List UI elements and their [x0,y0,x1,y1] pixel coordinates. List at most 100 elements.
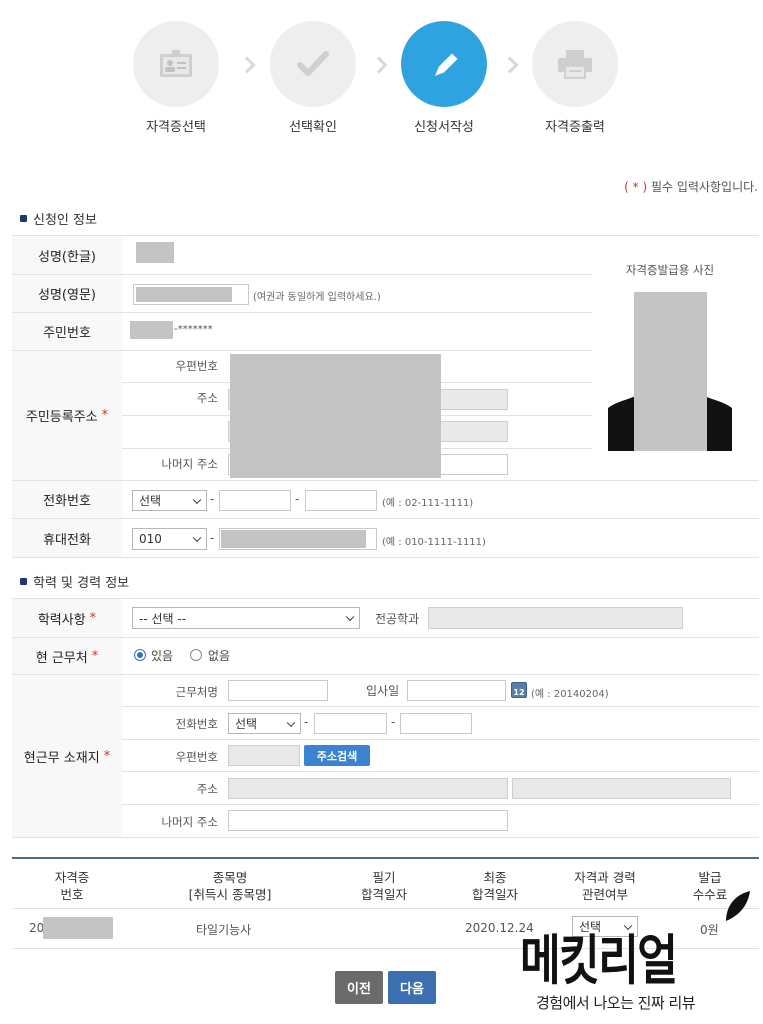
step-4-circle [532,21,618,107]
chevron-down-icon [192,495,202,504]
name-en-redacted [136,287,232,302]
row-divider [12,557,759,558]
header-written-line2: 합격일자 [360,887,407,902]
step-3-circle [401,21,487,107]
section-title-applicant-text: 신청인 정보 [33,213,97,228]
hire-date-hint: (예 : 20140204) [531,689,609,700]
workplace-label: 근무처명 [175,685,218,699]
row-divider [122,739,759,740]
label-education: 학력사항 * [12,599,122,637]
employer-no-radio[interactable] [190,649,202,661]
employer-yes-radio[interactable] [134,649,146,661]
work-addr-input-2[interactable] [512,778,731,799]
step-1-label: 자격증선택 [146,120,206,135]
label-mobile-text: 휴대전화 [43,532,91,548]
label-rrn-text: 주민번호 [43,326,91,341]
required-star: * [89,610,97,626]
hire-date-label: 입사일 [366,684,400,698]
work-phone-last-input[interactable] [400,713,472,734]
addr-rest-label: 나머지 주소 [161,457,218,471]
row-divider [12,637,759,638]
required-note-marker: ( * ) [624,180,648,194]
employer-yes-label: 있음 [151,649,174,663]
name-kr-value [136,242,174,263]
hire-date-input[interactable] [407,680,506,701]
label-education-text: 학력사항 [37,612,86,628]
education-select[interactable]: -- 선택 -- [132,607,360,629]
header-cert-no-line2: 번호 [60,887,84,902]
row-divider [122,706,759,707]
dash: - [295,492,300,506]
header-cert-no: 자격증 번호 [22,869,122,903]
fee-cell: 0원 [700,923,719,937]
header-written-line1: 필기 [372,870,396,885]
employer-no-label: 없음 [208,649,231,663]
step-1-circle [133,21,219,107]
calendar-day: 12 [513,688,525,697]
rrn-value [130,321,173,339]
work-phone-mid-input[interactable] [314,713,387,734]
education-select-value: -- 선택 -- [139,611,187,626]
phone-mid-input[interactable] [219,490,291,511]
checkmark-icon [297,51,329,76]
address-search-button[interactable]: 주소검색 [304,745,370,766]
header-fee-line1: 발급 [698,870,722,885]
pencil-icon [435,53,458,76]
calendar-icon[interactable]: 12 [511,682,527,698]
row-divider [12,674,759,675]
label-employer: 현 근무처 * [12,638,122,674]
dash: - [304,715,309,729]
work-addr-rest-label: 나머지 주소 [161,815,218,829]
label-phone-text: 전화번호 [43,494,91,509]
phone-area-select[interactable]: 선택 [132,490,207,511]
required-star: * [103,748,111,764]
header-final-line2: 합격일자 [471,887,518,902]
section-title-career: 학력 및 경력 정보 [20,572,129,591]
work-addr-label: 주소 [196,782,218,796]
header-final-line1: 최종 [483,870,507,885]
watermark-logo-text: 메킷리얼 [520,929,678,992]
row-divider [122,804,759,805]
label-phone: 전화번호 [12,481,122,518]
required-star: * [101,408,109,423]
photo-label: 자격증발급용 사진 [625,263,715,277]
dash: - [210,531,215,545]
major-label: 전공학과 [375,612,420,626]
step-2-label: 선택확인 [289,120,337,135]
label-address-text: 주민등록주소 [25,410,98,425]
row-divider [12,837,759,838]
header-item-name: 종목명 [취득시 종목명] [160,869,300,903]
major-input[interactable] [428,607,683,629]
postal-label: 우편번호 [175,359,218,373]
label-employer-text: 현 근무처 [35,650,88,666]
work-phone-label: 전화번호 [175,717,218,731]
work-addr-rest-input[interactable] [228,810,508,831]
label-rrn: 주민번호 [12,313,122,350]
mobile-hint: (예 : 010-1111-1111) [382,537,486,548]
workplace-input[interactable] [228,680,328,701]
chevron-down-icon [345,612,355,622]
header-written-pass-date: 필기 합격일자 [334,869,434,903]
work-postal-input[interactable] [228,745,300,766]
row-divider [12,235,759,236]
photo-silhouette-icon [608,292,732,451]
mobile-number-input[interactable] [219,528,377,550]
work-phone-area-select[interactable]: 선택 [228,713,301,734]
header-career-related: 자격과 경력 관련여부 [555,869,655,903]
phone-last-input[interactable] [305,490,377,511]
prev-button[interactable]: 이전 [335,971,383,1004]
next-button[interactable]: 다음 [388,971,436,1004]
cert-no-redacted [43,917,113,939]
name-en-input[interactable] [133,284,249,305]
header-cert-no-line1: 자격증 [54,870,90,885]
id-card-icon [160,50,192,77]
printer-icon [558,50,592,79]
header-item-name-line1: 종목명 [212,870,248,885]
watermark-tagline: 경험에서 나오는 진짜 리뷰 [536,994,696,1012]
step-arrow-icon [370,56,388,74]
mobile-prefix-select[interactable]: 010 [132,528,207,550]
step-arrow-icon [238,56,256,74]
required-star: * [91,648,99,664]
section-bullet-icon [20,578,27,585]
work-addr-input-1[interactable] [228,778,508,799]
